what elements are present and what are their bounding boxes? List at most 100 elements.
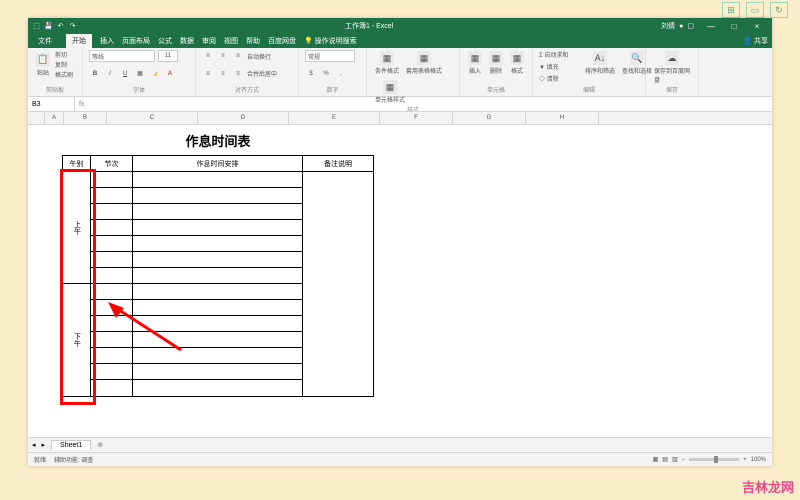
col-g[interactable]: G bbox=[453, 112, 526, 124]
fill-color-button[interactable]: ◢ bbox=[149, 68, 161, 80]
table-cell[interactable] bbox=[91, 220, 133, 236]
align-right-button[interactable]: ≡ bbox=[232, 68, 244, 80]
close-button[interactable]: × bbox=[746, 19, 768, 33]
tab-file[interactable]: 文件 bbox=[32, 34, 58, 48]
font-color-button[interactable]: A bbox=[164, 68, 176, 80]
table-cell[interactable] bbox=[133, 364, 303, 380]
sort-button[interactable]: A↓排序和筛选 bbox=[583, 50, 617, 76]
view-normal-icon[interactable]: ▦ bbox=[653, 456, 659, 463]
currency-button[interactable]: $ bbox=[305, 68, 317, 80]
percent-button[interactable]: % bbox=[320, 68, 332, 80]
comma-button[interactable]: , bbox=[335, 68, 347, 80]
view-break-icon[interactable]: ▥ bbox=[672, 456, 678, 463]
tab-layout[interactable]: 页面布局 bbox=[122, 36, 150, 46]
table-cell[interactable] bbox=[133, 348, 303, 364]
table-cell[interactable] bbox=[91, 252, 133, 268]
table-cell[interactable] bbox=[91, 204, 133, 220]
table-cell[interactable] bbox=[133, 188, 303, 204]
table-cell[interactable] bbox=[91, 172, 133, 188]
table-cell[interactable] bbox=[303, 300, 373, 316]
table-cell[interactable] bbox=[91, 348, 133, 364]
border-button[interactable]: ▦ bbox=[134, 68, 146, 80]
sheet-nav-prev[interactable]: ◂ bbox=[32, 441, 36, 449]
col-b[interactable]: B bbox=[64, 112, 107, 124]
baidu-save-button[interactable]: ☁保存到百度网盘 bbox=[652, 50, 692, 85]
col-a[interactable]: A bbox=[45, 112, 64, 124]
underline-button[interactable]: U bbox=[119, 68, 131, 80]
table-cell[interactable] bbox=[133, 172, 303, 188]
fill-button[interactable]: ▼ 填充 bbox=[539, 62, 559, 71]
tell-me[interactable]: 💡 操作说明搜索 bbox=[304, 36, 357, 46]
maximize-button[interactable]: □ bbox=[723, 19, 745, 33]
view-layout-icon[interactable]: ▤ bbox=[662, 456, 668, 463]
align-left-button[interactable]: ≡ bbox=[202, 68, 214, 80]
table-cell[interactable] bbox=[133, 284, 303, 300]
find-button[interactable]: 🔍查找和选择 bbox=[620, 50, 654, 76]
table-cell[interactable] bbox=[133, 252, 303, 268]
clear-button[interactable]: ◇ 清除 bbox=[539, 74, 559, 83]
delete-cell-button[interactable]: ▦删除 bbox=[487, 50, 505, 76]
align-mid-button[interactable]: ≡ bbox=[217, 50, 229, 62]
align-top-button[interactable]: ≡ bbox=[202, 50, 214, 62]
table-cell[interactable] bbox=[303, 252, 373, 268]
col-c[interactable]: C bbox=[107, 112, 198, 124]
table-cell[interactable] bbox=[303, 380, 373, 396]
select-all-corner[interactable] bbox=[28, 112, 45, 124]
format-cell-button[interactable]: ▦格式 bbox=[508, 50, 526, 76]
table-cell[interactable] bbox=[91, 284, 133, 300]
number-format-select[interactable]: 常规 bbox=[305, 50, 355, 62]
align-center-button[interactable]: ≡ bbox=[217, 68, 229, 80]
table-cell[interactable] bbox=[91, 364, 133, 380]
wrap-button[interactable]: 自动换行 bbox=[247, 52, 271, 61]
table-cell[interactable] bbox=[303, 348, 373, 364]
name-box[interactable]: B3 bbox=[28, 97, 75, 111]
zoom-level[interactable]: 100% bbox=[751, 457, 766, 463]
zoom-in-button[interactable]: + bbox=[743, 457, 747, 463]
table-cell[interactable] bbox=[91, 332, 133, 348]
table-cell[interactable] bbox=[303, 332, 373, 348]
insert-cell-button[interactable]: ▦插入 bbox=[466, 50, 484, 76]
undo-icon[interactable]: ↶ bbox=[56, 22, 65, 31]
paste-button[interactable]: 📋粘贴 bbox=[34, 52, 52, 78]
tab-baidu[interactable]: 百度网盘 bbox=[268, 36, 296, 46]
share-button[interactable]: 👤 共享 bbox=[743, 36, 768, 46]
table-cell[interactable] bbox=[303, 316, 373, 332]
table-cell[interactable] bbox=[303, 364, 373, 380]
tab-formula[interactable]: 公式 bbox=[158, 36, 172, 46]
table-cell[interactable] bbox=[133, 220, 303, 236]
fx-icon[interactable]: fx bbox=[75, 101, 88, 108]
table-cell[interactable] bbox=[303, 236, 373, 252]
table-cell[interactable] bbox=[303, 268, 373, 284]
font-name-select[interactable]: 等线 bbox=[89, 50, 155, 62]
afternoon-cell[interactable]: 下午 bbox=[63, 284, 91, 396]
sheet-tab[interactable]: Sheet1 bbox=[51, 440, 91, 450]
italic-button[interactable]: I bbox=[104, 68, 116, 80]
tab-help[interactable]: 帮助 bbox=[246, 36, 260, 46]
table-cell[interactable] bbox=[91, 268, 133, 284]
zoom-out-button[interactable]: − bbox=[682, 457, 686, 463]
align-bot-button[interactable]: ≡ bbox=[232, 50, 244, 62]
table-cell[interactable] bbox=[303, 172, 373, 188]
table-cell[interactable] bbox=[303, 284, 373, 300]
table-cell[interactable] bbox=[133, 316, 303, 332]
table-cell[interactable] bbox=[133, 204, 303, 220]
autosum-button[interactable]: Σ 自动求和 bbox=[539, 50, 568, 59]
table-cell[interactable] bbox=[133, 380, 303, 396]
col-e[interactable]: E bbox=[289, 112, 380, 124]
table-cell[interactable] bbox=[91, 316, 133, 332]
merge-button[interactable]: 合并后居中 bbox=[247, 69, 277, 78]
table-cell[interactable] bbox=[133, 268, 303, 284]
zoom-thumb[interactable] bbox=[714, 456, 718, 463]
spreadsheet-grid[interactable]: A B C D E F G H 作息时间表 午别 节次 作息时间安排 备注说明 bbox=[28, 112, 772, 437]
redo-icon[interactable]: ↷ bbox=[68, 22, 77, 31]
add-sheet-button[interactable]: ⊕ bbox=[97, 441, 103, 449]
ribbon-options-icon[interactable]: ▢ bbox=[687, 22, 694, 30]
table-cell[interactable] bbox=[133, 236, 303, 252]
copy-button[interactable]: 复制 bbox=[55, 60, 73, 69]
cond-format-button[interactable]: ▦条件格式 bbox=[373, 50, 401, 76]
table-cell[interactable] bbox=[91, 188, 133, 204]
user-account[interactable]: 刘倩 ● ▢ bbox=[661, 21, 694, 31]
tab-insert[interactable]: 插入 bbox=[100, 36, 114, 46]
minimize-button[interactable]: — bbox=[700, 19, 722, 33]
tab-home[interactable]: 开始 bbox=[66, 34, 92, 48]
